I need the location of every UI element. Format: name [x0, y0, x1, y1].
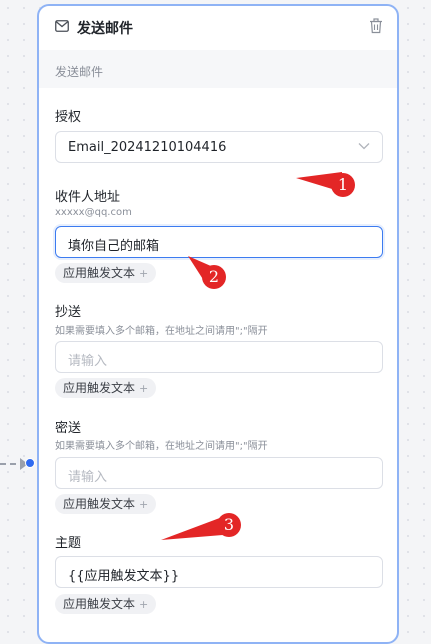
trash-icon[interactable] [369, 18, 383, 34]
subject-input-value: {{应用触发文本}} [68, 569, 180, 584]
annotation-badge-2: 2 [202, 265, 226, 289]
node-description-text: 发送邮件 [55, 65, 104, 79]
subject-input[interactable]: {{应用触发文本}} [55, 556, 383, 588]
bcc-chip-label: 应用触发文本 [63, 497, 136, 511]
plus-icon: + [139, 498, 149, 511]
cc-variable-chip[interactable]: 应用触发文本 + [55, 378, 157, 398]
cc-input-placeholder: 请输入 [68, 354, 108, 369]
bcc-input-placeholder: 请输入 [68, 470, 108, 485]
bcc-label: 密送 [55, 421, 82, 436]
cc-label: 抄送 [55, 305, 82, 320]
chevron-down-icon [358, 143, 370, 150]
auth-select-value: Email_20241210104416 [68, 140, 227, 155]
subject-label: 主题 [55, 536, 82, 551]
cc-hint: 如果需要填入多个邮箱，在地址之间请用";"隔开 [55, 326, 268, 337]
node-title: 发送邮件 [77, 21, 133, 37]
send-email-node[interactable]: 发送邮件 发送邮件 授权 Email_20241210104416 收件人地址 … [37, 4, 399, 644]
annotation-badge-1: 1 [331, 173, 355, 197]
subject-variable-chip[interactable]: 应用触发文本 + [55, 594, 157, 614]
mail-icon [55, 20, 69, 32]
auth-label: 授权 [55, 110, 82, 125]
bcc-hint: 如果需要填入多个邮箱，在地址之间请用";"隔开 [55, 441, 268, 452]
plus-icon: + [139, 382, 149, 395]
plus-icon: + [139, 267, 149, 280]
cc-chip-label: 应用触发文本 [63, 381, 136, 395]
annotation-badge-3: 3 [217, 513, 241, 537]
plus-icon: + [139, 598, 149, 611]
cc-input[interactable]: 请输入 [55, 341, 383, 373]
node-input-handle[interactable] [25, 458, 35, 468]
auth-select[interactable]: Email_20241210104416 [55, 131, 383, 163]
node-description: 发送邮件 [39, 50, 397, 88]
recipient-variable-chip[interactable]: 应用触发文本 + [55, 263, 157, 283]
node-header: 发送邮件 [39, 6, 397, 51]
subject-chip-label: 应用触发文本 [63, 597, 136, 611]
bcc-input[interactable]: 请输入 [55, 457, 383, 489]
bcc-variable-chip[interactable]: 应用触发文本 + [55, 494, 157, 514]
recipient-input-value: 填你自己的邮箱 [68, 239, 160, 254]
recipient-hint: xxxxx@qq.com [55, 207, 132, 218]
recipient-chip-label: 应用触发文本 [63, 266, 136, 280]
recipient-label: 收件人地址 [55, 190, 121, 205]
